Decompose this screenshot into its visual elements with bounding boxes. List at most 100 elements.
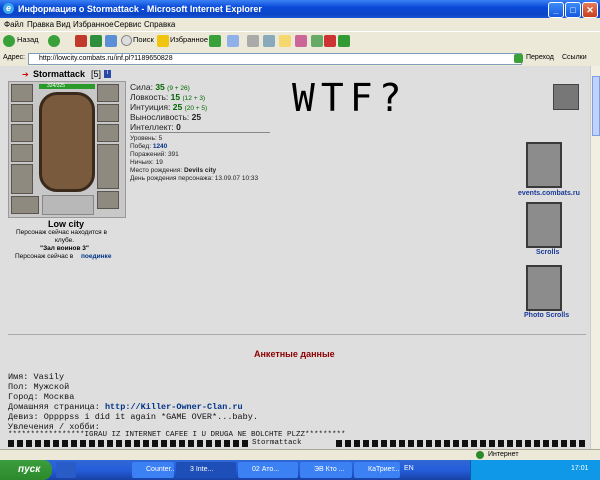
profile-motto: Девиз: Oppppss i did it again *GAME OVER… [8, 412, 258, 422]
profile-line-1: *****************IGRAU IZ INTERNET CAFEE… [8, 431, 346, 439]
events-banner[interactable] [526, 142, 562, 188]
menu-edit[interactable]: Правка [27, 20, 54, 29]
boots-slot[interactable] [97, 191, 119, 209]
menu-bar: Файл Правка Вид Избранное Сервис Справка [0, 18, 600, 31]
menu-help[interactable]: Справка [144, 20, 175, 29]
scroll-thumb[interactable] [592, 76, 600, 136]
research-icon[interactable] [311, 35, 323, 47]
maximize-button[interactable]: □ [565, 2, 581, 18]
minimize-button[interactable]: _ [548, 2, 564, 18]
profile-heading: Анкетные данные [254, 349, 335, 359]
fight-text: Персонаж сейчас в [15, 253, 74, 260]
info-birthplace: Место рождения: Devils city [130, 167, 217, 174]
location-text-2: клубе. [55, 237, 75, 244]
refresh-icon[interactable] [90, 35, 102, 47]
clock[interactable]: 17:01 [571, 465, 589, 472]
section-divider [8, 334, 586, 335]
go-arrow-icon[interactable] [514, 54, 523, 63]
profile-line-2: Stormattack [252, 439, 302, 447]
task-5[interactable]: КаТриет... [354, 462, 400, 478]
profile-homepage: Домашняя страница: http://Killer-Owner-C… [8, 402, 243, 412]
favorites-button[interactable]: Избранное [170, 35, 208, 44]
stat-endurance: Выносливость: 25 [130, 112, 202, 122]
armor-slot[interactable] [11, 164, 33, 194]
info-wins: Побед: 1240 [130, 143, 168, 150]
edit-icon[interactable] [263, 35, 275, 47]
folder-icon[interactable] [279, 35, 291, 47]
tool-icon[interactable] [324, 35, 336, 47]
task-4[interactable]: ЭВ Кто ... [300, 462, 352, 478]
divider [130, 132, 270, 133]
helmet-slot[interactable] [11, 84, 33, 102]
belt-slot[interactable] [11, 196, 39, 214]
character-name: Stormattack [33, 69, 86, 79]
vertical-scrollbar[interactable] [590, 66, 600, 449]
history-icon[interactable] [209, 35, 221, 47]
back-arrow-icon[interactable] [3, 35, 15, 47]
weapon-slot[interactable] [11, 124, 33, 142]
zone-label: Интернет [488, 451, 519, 458]
character-level: [5] [91, 69, 102, 79]
menu-tools[interactable]: Сервис [114, 20, 141, 29]
go-button[interactable]: Переход [526, 54, 554, 61]
address-label: Адрес: [3, 54, 25, 61]
task-3[interactable]: 02 Ато... [238, 462, 298, 478]
messenger-icon[interactable] [295, 35, 307, 47]
print-icon[interactable] [247, 35, 259, 47]
decor-strip-left [8, 440, 248, 447]
back-button[interactable]: Назад [17, 35, 39, 44]
events-link[interactable]: events.combats.ru [518, 190, 580, 197]
legs-slot[interactable] [97, 144, 119, 189]
info-level: Уровень: 5 [130, 135, 163, 142]
clan-avatar[interactable] [553, 84, 579, 110]
stat-intuition: Интуиция: 25 (20 + 5) [130, 102, 208, 112]
forward-arrow-icon[interactable] [48, 35, 60, 47]
hall-name: "Зал воинов 3" [40, 245, 89, 252]
location-text-1: Персонаж сейчас находится в [16, 229, 107, 236]
system-tray: 17:01 [470, 460, 600, 480]
home-icon[interactable] [105, 35, 117, 47]
fight-link[interactable]: поединке [81, 253, 111, 260]
extra-icon[interactable] [338, 35, 350, 47]
photo-scrolls-banner[interactable] [526, 265, 562, 311]
ring-slot[interactable] [97, 84, 119, 102]
task-counter[interactable]: Counter... [132, 462, 174, 478]
search-icon[interactable] [121, 35, 132, 46]
belt-items-slot[interactable] [42, 195, 94, 215]
character-image[interactable] [39, 92, 95, 192]
ie-logo-icon: e [3, 3, 14, 14]
scrolls-banner[interactable] [526, 202, 562, 248]
hp-value: 324/325 [47, 83, 66, 89]
internet-zone-icon [476, 451, 484, 459]
menu-file[interactable]: Файл [4, 20, 24, 29]
language-indicator[interactable]: EN [404, 465, 414, 472]
start-button[interactable]: пуск [0, 460, 52, 480]
private-arrow-icon[interactable]: ➔ [22, 70, 29, 79]
title-bar[interactable]: e Информация о Stormattack - Microsoft I… [0, 0, 600, 18]
stop-icon[interactable] [75, 35, 87, 47]
menu-view[interactable]: Вид [56, 20, 70, 29]
scrolls-link[interactable]: Scrolls [536, 249, 559, 256]
stat-intellect: Интеллект: 0 [130, 122, 181, 132]
mail-icon[interactable] [227, 35, 239, 47]
gloves-slot[interactable] [97, 104, 119, 122]
photo-scrolls-link[interactable]: Photo Scrolls [524, 312, 569, 319]
address-bar: Адрес: http://lowcity.combats.ru/inf.pl?… [0, 51, 600, 67]
links-button[interactable]: Ссылки [562, 54, 587, 61]
stat-agility: Ловкость: 15 (12 + 3) [130, 92, 206, 102]
menu-favorites[interactable]: Избранное [73, 20, 114, 29]
taskbar: пуск Counter... 3 Inte... 02 Ато... ЭВ К… [0, 460, 600, 480]
search-button[interactable]: Поиск [133, 35, 154, 44]
shield-slot[interactable] [97, 124, 119, 142]
quick-launch[interactable] [56, 462, 76, 478]
profile-gender: Пол: Мужской [8, 382, 70, 392]
info-icon[interactable]: i [104, 70, 111, 78]
close-button[interactable]: ✕ [582, 2, 598, 18]
homepage-link[interactable]: http://Killer-Owner-Clan.ru [105, 402, 243, 412]
favorites-star-icon[interactable] [157, 35, 169, 47]
profile-name: Имя: Vasily [8, 372, 65, 382]
address-input[interactable]: http://lowcity.combats.ru/inf.pl?1189650… [28, 53, 522, 65]
task-ie[interactable]: 3 Inte... [176, 462, 236, 478]
amulet-slot[interactable] [11, 104, 33, 122]
bracer-slot[interactable] [11, 144, 33, 162]
